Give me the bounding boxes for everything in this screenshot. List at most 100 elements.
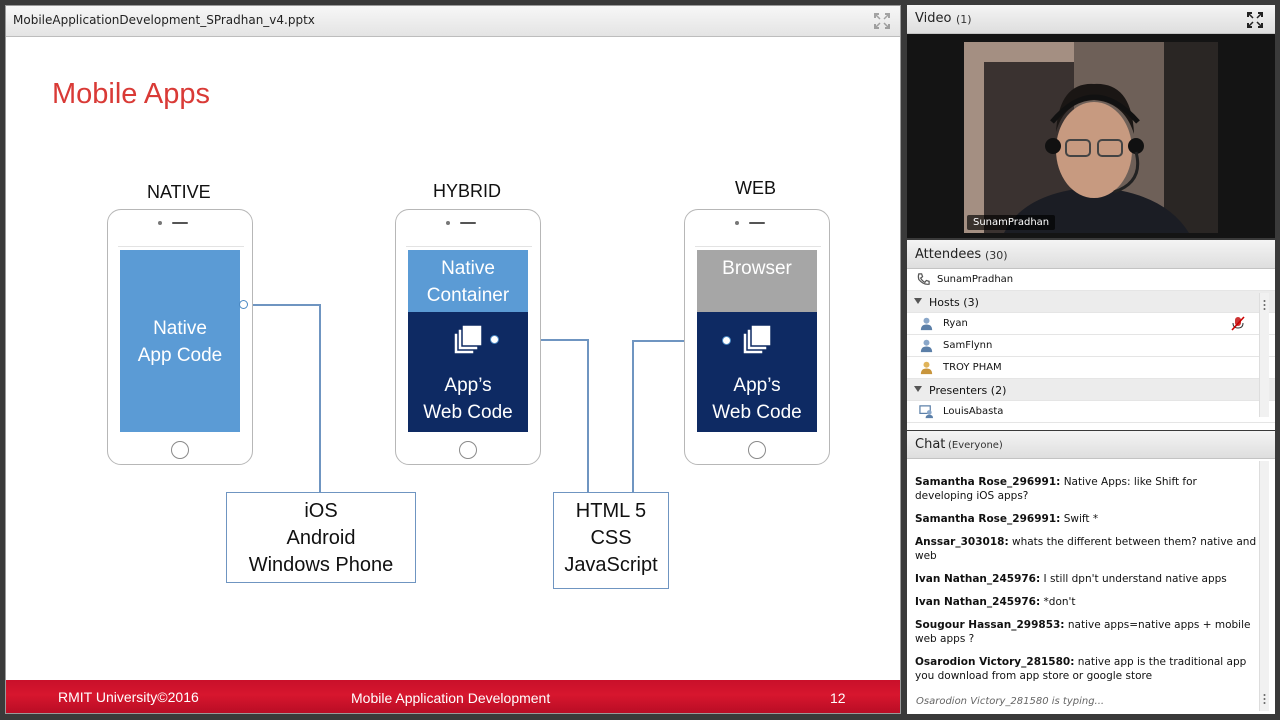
video-count: (1) xyxy=(956,13,972,26)
video-panel-header: Video (1) xyxy=(907,5,1275,34)
video-panel: Video (1) SunamPradhan xyxy=(907,5,1275,238)
chat-message: Osarodion Victory_281580: native app is … xyxy=(915,655,1257,683)
chat-message: Ivan Nathan_245976: I still dpn't unders… xyxy=(915,572,1257,586)
expand-icon[interactable] xyxy=(874,13,890,29)
phone-camera xyxy=(158,221,162,225)
chat-sender: Ivan Nathan_245976: xyxy=(915,596,1041,608)
platform-ios: iOS xyxy=(304,500,338,522)
tech-javascript: JavaScript xyxy=(564,554,658,576)
attendees-title: Attendees xyxy=(915,247,982,262)
native-platforms-box: iOS Android Windows Phone xyxy=(226,492,416,583)
chat-message: Sougour Hassan_299853: native apps=nativ… xyxy=(915,618,1257,646)
attendees-count: (30) xyxy=(985,249,1008,262)
platform-android: Android xyxy=(286,527,356,549)
attendees-panel: Attendees (30) SunamPradhan Hosts (3) Ry… xyxy=(907,240,1275,430)
chat-scope: (Everyone) xyxy=(948,440,1003,451)
chat-text: Swift * xyxy=(1063,513,1099,525)
phone-speaker xyxy=(749,222,765,224)
connector-line xyxy=(319,304,321,492)
app-window: MobileApplicationDevelopment_SPradhan_v4… xyxy=(0,0,1280,720)
attendee-row[interactable]: LouisAbasta xyxy=(907,401,1275,423)
chat-message: Samantha Rose_296991: Native Apps: like … xyxy=(915,475,1257,503)
connector-line xyxy=(632,340,634,492)
hybrid-label: HYBRID xyxy=(433,181,502,201)
phone-speaker xyxy=(172,222,188,224)
connector-line xyxy=(587,339,589,492)
presenter-video[interactable]: SunamPradhan xyxy=(964,42,1218,233)
attendee-name: TROY PHAM xyxy=(943,362,1002,373)
phone-home-button xyxy=(748,441,766,459)
caller-name: SunamPradhan xyxy=(937,274,1014,285)
slide-pane: MobileApplicationDevelopment_SPradhan_v4… xyxy=(5,5,901,714)
phone-status-bar xyxy=(406,237,532,247)
chat-message: Anssar_303018: whats the different betwe… xyxy=(915,535,1257,563)
connector-dot xyxy=(239,300,248,309)
attendee-row[interactable]: Ryan xyxy=(907,313,1275,335)
chat-sender: Ivan Nathan_245976: xyxy=(915,573,1041,585)
chat-scrollbar[interactable] xyxy=(1259,461,1269,711)
phone-icon xyxy=(917,273,930,285)
native-container-block: Native Container xyxy=(408,250,528,312)
web-code-line1: App’s xyxy=(733,375,781,396)
attendee-row[interactable]: TROY PHAM xyxy=(907,357,1275,379)
chat-panel: Chat (Everyone) Samantha Rose_296991: Na… xyxy=(907,431,1275,714)
attendee-name: LouisAbasta xyxy=(943,406,1004,417)
web-phone: Browser App’s Web Code xyxy=(684,209,830,465)
hybrid-code-line1: App’s xyxy=(444,375,492,396)
attendee-name: Ryan xyxy=(943,318,968,329)
pages-icon xyxy=(742,324,772,355)
native-code-line2: App Code xyxy=(137,345,223,366)
browser-label: Browser xyxy=(722,258,792,279)
attendees-scrollbar[interactable] xyxy=(1259,293,1269,417)
container-line2: Container xyxy=(426,285,510,306)
phone-status-bar xyxy=(695,237,821,247)
slide-canvas: Mobile Apps NATIVE HYBRID WEB Native App… xyxy=(6,38,900,681)
scroll-thumb[interactable] xyxy=(1261,295,1268,315)
hybrid-phone: Native Container App’s Web Code xyxy=(395,209,541,465)
connector-dot xyxy=(722,336,731,345)
presenters-group-row[interactable]: Presenters (2) xyxy=(907,379,1275,401)
connector-dot xyxy=(490,335,499,344)
collapse-arrow-icon[interactable] xyxy=(914,386,922,392)
footer-copyright: RMIT University©2016 xyxy=(58,689,199,705)
phone-camera xyxy=(735,221,739,225)
user-icon xyxy=(920,339,933,353)
attendee-row[interactable]: SamFlynn xyxy=(907,335,1275,357)
chat-message: Samantha Rose_296991: Swift * xyxy=(915,512,1257,526)
presenter-image xyxy=(964,42,1218,233)
expand-icon[interactable] xyxy=(1247,12,1263,28)
user-icon xyxy=(920,317,933,331)
chat-sender: Samantha Rose_296991: xyxy=(915,476,1061,488)
web-tech-box: HTML 5 CSS JavaScript xyxy=(553,492,669,589)
collapse-arrow-icon[interactable] xyxy=(914,298,922,304)
chat-sender: Samantha Rose_296991: xyxy=(915,513,1061,525)
tech-css: CSS xyxy=(590,527,632,549)
footer-page-number: 12 xyxy=(830,690,846,706)
presenters-group-label: Presenters (2) xyxy=(929,384,1007,397)
attendee-caller-row[interactable]: SunamPradhan xyxy=(907,269,1275,291)
native-app-code-block: Native App Code xyxy=(120,250,240,432)
hosts-group-label: Hosts (3) xyxy=(929,296,979,309)
native-code-line1: Native xyxy=(153,318,207,339)
connector-line xyxy=(248,304,321,306)
platform-windows-phone: Windows Phone xyxy=(248,554,394,576)
slide-filename: MobileApplicationDevelopment_SPradhan_v4… xyxy=(13,13,315,27)
hosts-group-row[interactable]: Hosts (3) xyxy=(907,291,1275,313)
browser-block: Browser xyxy=(697,250,817,312)
user-icon xyxy=(920,361,933,375)
chat-text: *don't xyxy=(1043,596,1076,608)
web-label: WEB xyxy=(735,178,777,198)
attendee-name: SamFlynn xyxy=(943,340,993,351)
pages-icon xyxy=(453,324,483,355)
chat-text: I still dpn't understand native apps xyxy=(1043,573,1227,585)
phone-speaker xyxy=(460,222,476,224)
container-line1: Native xyxy=(441,258,495,279)
attendees-header: Attendees (30) xyxy=(907,240,1275,269)
typing-indicator: Osarodion Victory_281580 is typing... xyxy=(916,696,1105,707)
slide-footer: RMIT University©2016 Mobile Application … xyxy=(6,680,900,713)
slide-pane-header: MobileApplicationDevelopment_SPradhan_v4… xyxy=(6,6,900,37)
presenter-icon xyxy=(919,405,934,419)
scroll-thumb[interactable] xyxy=(1261,691,1268,707)
footer-course: Mobile Application Development xyxy=(351,690,551,706)
native-label: NATIVE xyxy=(147,182,211,202)
